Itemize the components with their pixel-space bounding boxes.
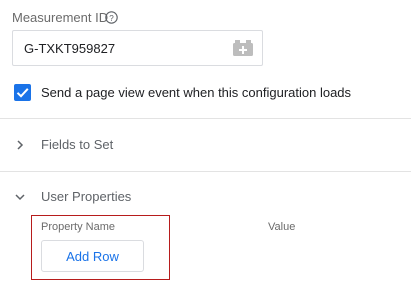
value-header: Value [268, 221, 296, 233]
variable-picker-icon[interactable] [232, 39, 254, 57]
section-label: User Properties [41, 189, 132, 204]
property-name-header: Property Name [41, 221, 115, 233]
page-view-checkbox[interactable] [14, 84, 31, 101]
svg-text:?: ? [109, 14, 114, 23]
checkmark-icon [16, 88, 29, 98]
page-view-checkbox-label: Send a page view event when this configu… [41, 85, 352, 100]
divider [0, 171, 411, 172]
measurement-id-label: Measurement ID [12, 10, 109, 25]
add-row-button[interactable]: Add Row [41, 240, 144, 272]
measurement-id-input[interactable] [24, 40, 224, 56]
chevron-right-icon [17, 140, 24, 150]
chevron-down-icon [15, 194, 25, 201]
measurement-id-field[interactable] [12, 30, 263, 66]
section-fields-to-set[interactable]: Fields to Set [14, 137, 113, 153]
help-circle-icon[interactable]: ? [105, 11, 118, 24]
divider [0, 118, 411, 119]
section-user-properties[interactable]: User Properties [14, 189, 131, 205]
section-label: Fields to Set [41, 137, 114, 152]
